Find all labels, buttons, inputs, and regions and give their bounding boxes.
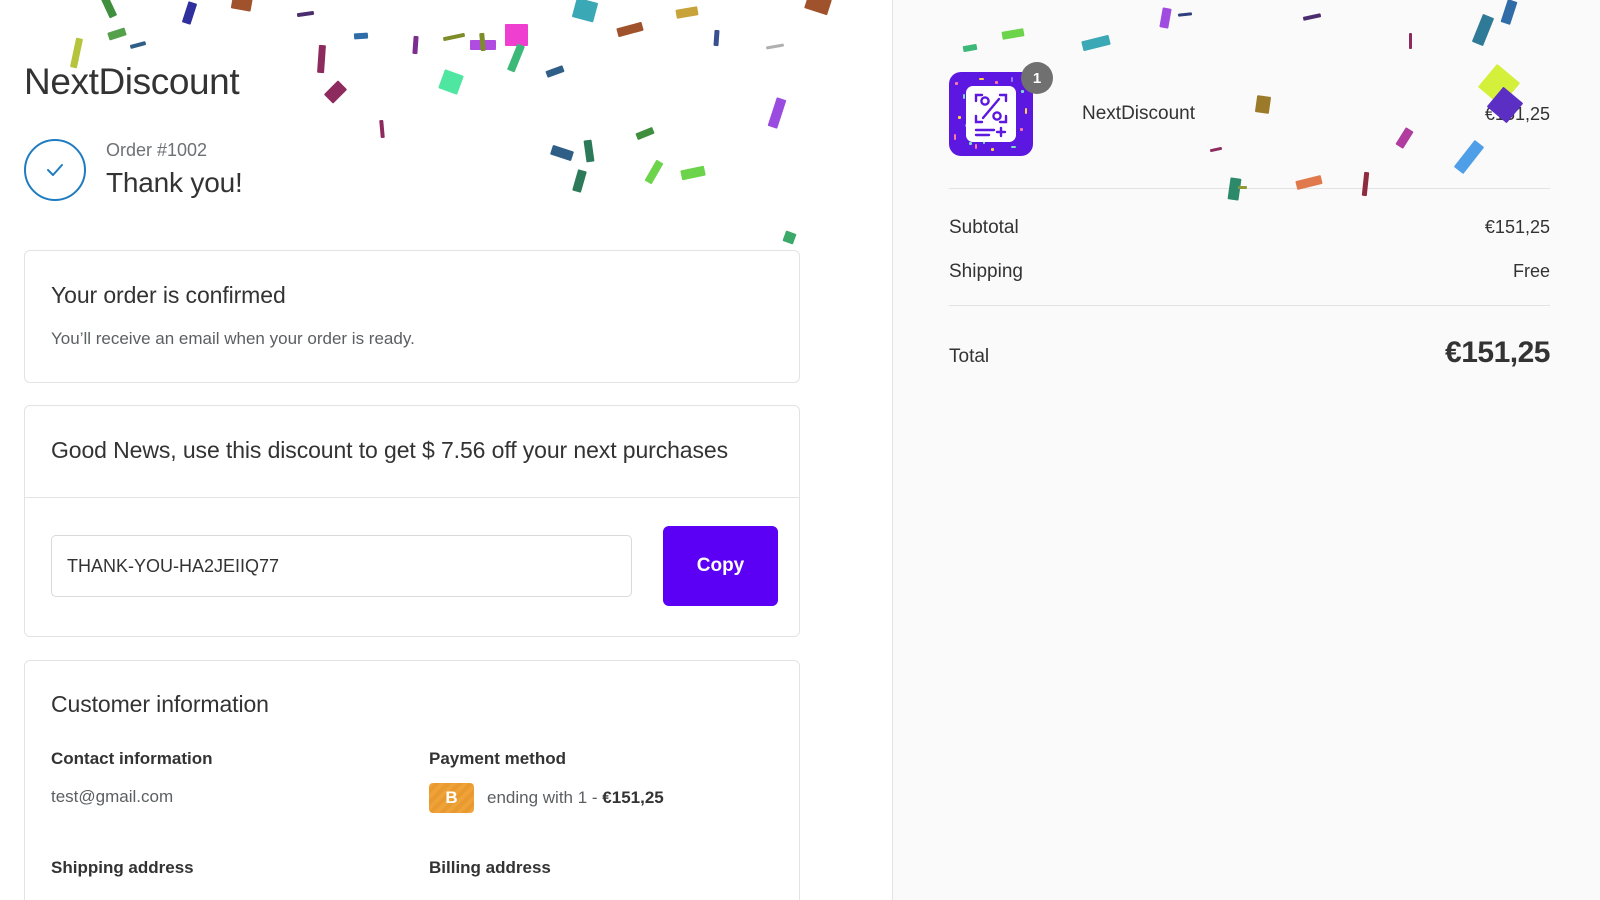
order-summary-column: 1 NextDiscount €151,25 Subtotal €151,25 … (893, 0, 1600, 900)
payment-method-amount: €151,25 (602, 788, 664, 808)
payment-method-block: Payment method B ending with 1 - €151,25 (429, 748, 773, 814)
total-row: Total €151,25 (949, 306, 1550, 370)
billing-address-label: Billing address (429, 858, 551, 878)
order-number: Order #1002 (106, 139, 208, 160)
discount-message-area: Good News, use this discount to get $ 7.… (25, 406, 799, 499)
payment-method-label: Payment method (429, 749, 566, 769)
payment-method-prefix: ending with 1 - (487, 788, 603, 808)
order-totals: Subtotal €151,25 Shipping Free (949, 189, 1550, 283)
check-circle-icon (24, 138, 86, 201)
order-confirmed-subtitle: You’ll receive an email when your order … (51, 328, 415, 348)
subtotal-label: Subtotal (949, 217, 1019, 238)
shipping-value: Free (1512, 261, 1550, 281)
line-item-quantity-badge: 1 (1021, 62, 1053, 94)
discount-message: Good News, use this discount to get $ 7.… (51, 437, 728, 464)
shipping-address-label: Shipping address (51, 858, 194, 878)
customer-information-card: Customer information Contact information… (24, 660, 800, 900)
order-confirmation-page: NextDiscount Order #1002 Thank you! Your… (0, 0, 1600, 900)
order-confirmed-title: Your order is confirmed (51, 281, 286, 308)
shipping-row: Shipping Free (949, 261, 1550, 283)
customer-information-grid: Contact information test@gmail.com Payme… (51, 748, 773, 879)
subtotal-row: Subtotal €151,25 (949, 217, 1550, 239)
credit-card-icon: B (429, 783, 474, 814)
payment-method-value: ending with 1 - €151,25 (487, 788, 664, 808)
customer-information-title: Customer information (51, 691, 269, 718)
summary-divider-bottom (949, 305, 1550, 306)
discount-code-input[interactable] (51, 535, 632, 598)
order-status-row: Order #1002 Thank you! (24, 138, 800, 201)
contact-information-label: Contact information (51, 749, 213, 769)
shipping-address-block: Shipping address (51, 857, 429, 879)
shipping-label: Shipping (949, 261, 1023, 282)
line-item: 1 NextDiscount €151,25 (949, 62, 1550, 156)
contact-information-value: test@gmail.com (51, 787, 174, 807)
discount-receipt-icon (949, 72, 1033, 156)
brand-title: NextDiscount (24, 61, 240, 102)
copy-button[interactable]: Copy (663, 526, 778, 607)
order-confirmed-card: Your order is confirmed You’ll receive a… (24, 249, 800, 384)
order-details-column: NextDiscount Order #1002 Thank you! Your… (0, 0, 893, 900)
line-item-thumbnail-wrap: 1 (949, 62, 1053, 156)
total-label: Total (949, 346, 990, 367)
discount-code-area: Copy (25, 498, 799, 636)
subtotal-value: €151,25 (1484, 217, 1550, 237)
page-title: Thank you! (106, 167, 243, 199)
discount-card: Good News, use this discount to get $ 7.… (24, 405, 800, 638)
total-value: €151,25 (1445, 336, 1550, 369)
billing-address-block: Billing address (429, 857, 773, 879)
line-item-price: €151,25 (1484, 103, 1550, 124)
contact-information-block: Contact information test@gmail.com (51, 748, 429, 813)
line-item-name: NextDiscount (1082, 103, 1195, 124)
